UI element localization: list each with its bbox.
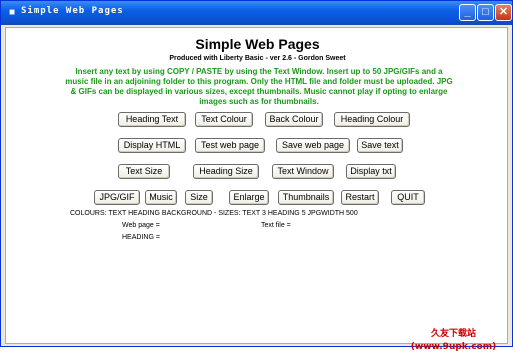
jpg-gif-button[interactable]: JPG/GIF xyxy=(94,190,140,205)
display-html-button[interactable]: Display HTML xyxy=(118,138,186,153)
enlarge-button[interactable]: Enlarge xyxy=(229,190,269,205)
app-icon: ■ xyxy=(8,7,16,18)
save-web-page-button[interactable]: Save web page xyxy=(276,138,350,153)
credit-line: Produced with Liberty Basic - ver 2.6 - … xyxy=(169,55,346,62)
title-bar[interactable]: ■ Simple Web Pages _ □ ✕ xyxy=(1,1,512,25)
heading-colour-button[interactable]: Heading Colour xyxy=(334,112,410,127)
thumbnails-button[interactable]: Thumbnails xyxy=(278,190,334,205)
back-colour-button[interactable]: Back Colour xyxy=(265,112,323,127)
web-page-label: Web page = xyxy=(122,222,160,229)
settings-status: COLOURS: TEXT HEADING BACKGROUND - SIZES… xyxy=(70,210,358,217)
watermark: 久友下载站(www.9upk.com) xyxy=(410,329,497,352)
close-icon: ✕ xyxy=(498,6,509,18)
heading-label: HEADING = xyxy=(122,234,160,241)
close-button[interactable]: ✕ xyxy=(495,4,512,21)
text-size-button[interactable]: Text Size xyxy=(118,164,170,179)
test-web-page-button[interactable]: Test web page xyxy=(195,138,265,153)
page-title: Simple Web Pages xyxy=(195,36,320,52)
description-text: Insert any text by using COPY / PASTE by… xyxy=(65,67,453,106)
text-window-button[interactable]: Text Window xyxy=(272,164,334,179)
window-title: Simple Web Pages xyxy=(21,6,124,16)
minimize-icon: _ xyxy=(464,6,471,18)
heading-size-button[interactable]: Heading Size xyxy=(193,164,259,179)
music-button[interactable]: Music xyxy=(145,190,177,205)
text-colour-button[interactable]: Text Colour xyxy=(195,112,253,127)
maximize-icon: □ xyxy=(482,6,489,18)
app-window: ■ Simple Web Pages _ □ ✕ Simple Web Page… xyxy=(0,0,513,352)
save-text-button[interactable]: Save text xyxy=(357,138,403,153)
text-file-label: Text file = xyxy=(261,222,291,229)
display-txt-button[interactable]: Display txt xyxy=(346,164,396,179)
minimize-button[interactable]: _ xyxy=(459,4,476,21)
main-panel: Simple Web Pages Produced with Liberty B… xyxy=(5,27,508,352)
size-button[interactable]: Size xyxy=(185,190,213,205)
maximize-button[interactable]: □ xyxy=(477,4,494,21)
quit-button[interactable]: QUIT xyxy=(391,190,425,205)
restart-button[interactable]: Restart xyxy=(341,190,379,205)
heading-text-button[interactable]: Heading Text xyxy=(118,112,186,127)
